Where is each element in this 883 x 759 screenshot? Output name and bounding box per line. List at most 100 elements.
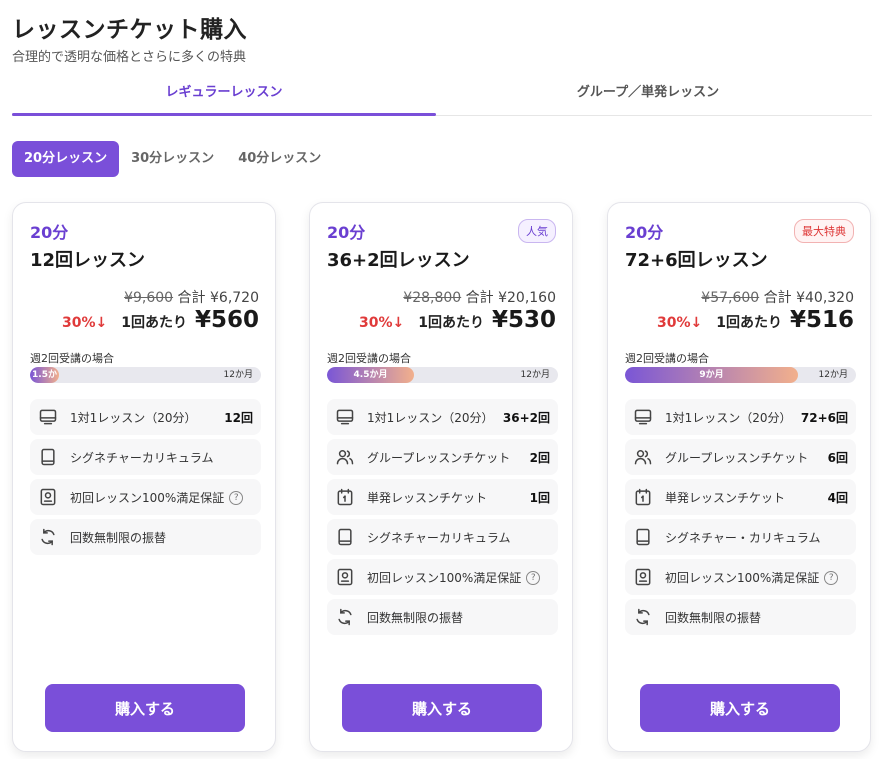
tab-40min[interactable]: 40分レッスン xyxy=(226,141,333,177)
feature-item: 単発レッスンチケット 4回 xyxy=(625,479,856,515)
original-price: ¥28,800 xyxy=(403,290,462,306)
feature-item: シグネチャーカリキュラム xyxy=(327,519,558,555)
feature-label: 回数無制限の振替 xyxy=(70,530,167,545)
price-total-line: ¥57,600 合計 ¥40,320 xyxy=(701,287,854,307)
per-lesson-label: 1回あたり xyxy=(418,315,484,331)
help-icon[interactable]: ? xyxy=(229,491,244,505)
plan-duration: 20分 xyxy=(30,223,69,242)
help-icon[interactable]: ? xyxy=(824,571,839,585)
page-subtitle: 合理的で透明な価格とさらに多くの特典 xyxy=(12,50,247,65)
tab-group-single-lesson[interactable]: グループ／単発レッスン xyxy=(436,78,860,115)
discount-badge: 30%↓ xyxy=(61,315,108,331)
book-icon xyxy=(38,447,58,467)
feature-label: 初回レッスン100%満足保証? xyxy=(367,569,550,586)
feature-value: 6回 xyxy=(827,450,848,465)
tab-regular-lesson[interactable]: レギュラーレッスン xyxy=(12,78,436,116)
feature-item: シグネチャーカリキュラム xyxy=(30,439,261,475)
refresh-icon xyxy=(38,527,58,547)
feature-label: 回数無制限の振替 xyxy=(367,610,464,625)
feature-item: 初回レッスン100%満足保証? xyxy=(625,559,856,595)
progress-end-label: 12か月 xyxy=(818,370,848,380)
unit-price: ¥560 xyxy=(194,307,259,333)
feature-value: 2回 xyxy=(529,450,550,465)
feature-label: 1対1レッスン（20分） xyxy=(665,410,792,425)
unit-price: ¥530 xyxy=(491,307,556,333)
duration-tabs: 20分レッスン 30分レッスン 40分レッスン xyxy=(12,141,333,177)
tab-30min[interactable]: 30分レッスン xyxy=(119,141,226,177)
feature-label: 単発レッスンチケット xyxy=(665,490,786,505)
feature-label: グループレッスンチケット xyxy=(367,450,511,465)
certificate-icon xyxy=(633,567,653,587)
frequency-label: 週2回受講の場合 xyxy=(30,352,114,365)
feature-label: シグネチャーカリキュラム xyxy=(70,450,214,465)
feature-label: シグネチャー・カリキュラム xyxy=(665,530,821,545)
page-title: レッスンチケット購入 xyxy=(12,17,247,43)
feature-item: グループレッスンチケット 6回 xyxy=(625,439,856,475)
best-value-badge: 最大特典 xyxy=(794,219,854,243)
monitor-icon xyxy=(633,407,653,427)
feature-value: 36+2回 xyxy=(502,410,550,425)
frequency-label: 週2回受講の場合 xyxy=(625,352,709,365)
original-price: ¥57,600 xyxy=(701,290,760,306)
tab-20min[interactable]: 20分レッスン xyxy=(12,141,120,177)
feature-item: シグネチャー・カリキュラム xyxy=(625,519,856,555)
price-unit-line: 30%↓ 1回あたり ¥530 xyxy=(359,307,556,333)
plan-card-12: 20分 12回レッスン ¥9,600 合計 ¥6,720 30%↓ 1回あたり ¥5… xyxy=(12,202,276,752)
feature-list: 1対1レッスン（20分） 36+2回グループレッスンチケット 2回単発レッスンチケッ… xyxy=(327,399,558,639)
feature-value: 72+6回 xyxy=(800,410,848,425)
buy-button[interactable]: 購入する xyxy=(640,684,840,732)
group-icon xyxy=(335,447,355,467)
feature-label: 回数無制限の振替 xyxy=(665,610,762,625)
plan-card-72: 20分 最大特典 72+6回レッスン ¥57,600 合計 ¥40,320 30… xyxy=(607,202,871,752)
feature-value: 4回 xyxy=(827,490,848,505)
discount-badge: 30%↓ xyxy=(656,315,703,331)
refresh-icon xyxy=(633,607,653,627)
calendar-icon xyxy=(633,487,653,507)
progress-label: 9か月 xyxy=(699,370,724,380)
total-label: 合計 xyxy=(177,290,206,306)
certificate-icon xyxy=(335,567,355,587)
calendar-icon xyxy=(335,487,355,507)
per-lesson-label: 1回あたり xyxy=(716,315,782,331)
feature-value: 1回 xyxy=(529,490,550,505)
feature-item: 単発レッスンチケット 1回 xyxy=(327,479,558,515)
feature-label: グループレッスンチケット xyxy=(665,450,809,465)
original-price: ¥9,600 xyxy=(124,290,174,306)
duration-progress-bar: 9か月 12か月 xyxy=(625,367,856,383)
price-unit-line: 30%↓ 1回あたり ¥560 xyxy=(62,307,259,333)
feature-item: 回数無制限の振替 xyxy=(625,599,856,635)
feature-item: 1対1レッスン（20分） 72+6回 xyxy=(625,399,856,435)
plan-name: 36+2回レッスン xyxy=(327,250,470,271)
feature-label: 単発レッスンチケット xyxy=(367,490,488,505)
feature-label: 初回レッスン100%満足保証? xyxy=(665,569,848,586)
plan-name: 12回レッスン xyxy=(30,250,146,271)
group-icon xyxy=(633,447,653,467)
feature-label: 1対1レッスン（20分） xyxy=(367,410,494,425)
book-icon xyxy=(335,527,355,547)
monitor-icon xyxy=(38,407,58,427)
progress-label: 1.5か月 xyxy=(32,370,57,380)
price-total-line: ¥9,600 合計 ¥6,720 xyxy=(124,287,259,307)
feature-list: 1対1レッスン（20分） 72+6回グループレッスンチケット 6回単発レッスンチケッ… xyxy=(625,399,856,639)
feature-list: 1対1レッスン（20分） 12回 シグネチャーカリキュラム 初回レッスン100%満足保… xyxy=(30,399,261,559)
feature-item: 1対1レッスン（20分） 36+2回 xyxy=(327,399,558,435)
feature-item: グループレッスンチケット 2回 xyxy=(327,439,558,475)
help-icon[interactable]: ? xyxy=(526,571,541,585)
book-icon xyxy=(633,527,653,547)
buy-button[interactable]: 購入する xyxy=(45,684,245,732)
buy-button[interactable]: 購入する xyxy=(342,684,542,732)
total-price: ¥6,720 xyxy=(210,290,259,306)
feature-item: 初回レッスン100%満足保証? xyxy=(30,479,261,515)
frequency-label: 週2回受講の場合 xyxy=(327,352,411,365)
progress-end-label: 12か月 xyxy=(520,370,550,380)
price-total-line: ¥28,800 合計 ¥20,160 xyxy=(403,287,556,307)
plan-name: 72+6回レッスン xyxy=(625,250,768,271)
feature-item: 回数無制限の振替 xyxy=(30,519,261,555)
total-price: ¥20,160 xyxy=(498,290,556,306)
refresh-icon xyxy=(335,607,355,627)
feature-label: 初回レッスン100%満足保証? xyxy=(70,489,253,506)
duration-progress-bar: 1.5か月 12か月 xyxy=(30,367,261,383)
price-unit-line: 30%↓ 1回あたり ¥516 xyxy=(657,307,854,333)
plan-card-36: 20分 人気 36+2回レッスン ¥28,800 合計 ¥20,160 30%↓… xyxy=(309,202,573,752)
duration-progress-bar: 4.5か月 12か月 xyxy=(327,367,558,383)
